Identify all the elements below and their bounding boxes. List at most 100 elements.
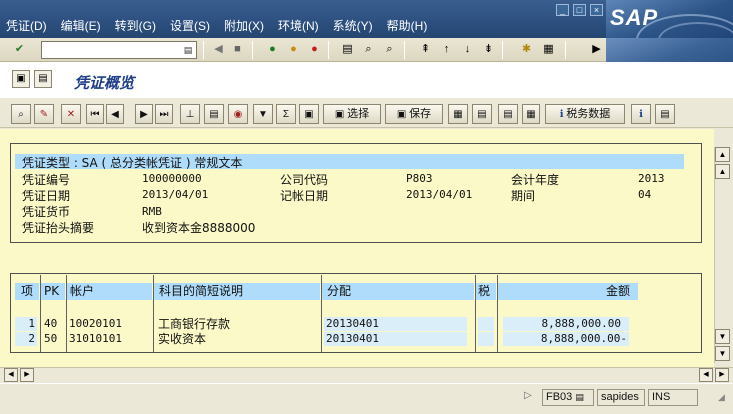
notes-icon[interactable]: ▤ xyxy=(655,104,675,124)
posting-date-label: 记帐日期 xyxy=(280,189,329,203)
document-header-icon[interactable]: ▣ xyxy=(12,70,30,88)
sap-logo: SAP xyxy=(606,0,733,38)
save-variant-button[interactable]: ▣ 保存 xyxy=(385,104,443,124)
menu-system[interactable]: 系统(Y) xyxy=(333,17,373,34)
sort-icon[interactable]: ▤ xyxy=(204,104,224,124)
filter-icon[interactable]: ▼ xyxy=(253,104,273,124)
back-triangle-icon[interactable]: ◀ xyxy=(210,41,227,58)
currency-label: 凭证货币 xyxy=(22,205,71,219)
sum-icon[interactable]: Σ xyxy=(276,104,296,124)
tax-data-button[interactable]: ℹ 税务数据 xyxy=(545,104,625,124)
status-insert-mode[interactable]: INS xyxy=(648,389,698,406)
minimize-icon[interactable]: _ xyxy=(556,4,569,16)
scroll-bottom-icon[interactable]: ▼ xyxy=(715,346,730,361)
row-1-assignment: 20130401 xyxy=(324,317,467,331)
other-document-icon[interactable]: ✕ xyxy=(61,104,81,124)
fiscal-year-label: 会计年度 xyxy=(511,173,560,187)
enter-check-icon[interactable]: ✔ xyxy=(11,41,28,58)
col-header-account[interactable]: 帐户 xyxy=(67,283,152,300)
display-document-icon[interactable]: ▤ xyxy=(34,70,52,88)
row-1-pk: 40 xyxy=(44,317,58,330)
calculator-icon[interactable]: ▦ xyxy=(522,104,540,124)
scroll-right-icon[interactable]: ▶ xyxy=(20,368,34,382)
subtotal-icon[interactable]: ▣ xyxy=(299,104,319,124)
print-list-icon[interactable]: ⊥ xyxy=(180,104,200,124)
next-item-icon[interactable]: ▶ xyxy=(135,104,153,124)
export-icon[interactable]: ▤ xyxy=(472,104,492,124)
menu-goto[interactable]: 转到(G) xyxy=(115,17,156,34)
menu-document[interactable]: 凭证(D) xyxy=(6,17,47,34)
previous-item-icon[interactable]: ◀ xyxy=(106,104,124,124)
toolbar-brand-area xyxy=(606,38,733,62)
col-header-pk[interactable]: PK xyxy=(41,283,65,300)
last-item-icon[interactable]: ⏭ xyxy=(155,104,173,124)
row-2-tax xyxy=(478,332,494,346)
company-code-value: P803 xyxy=(406,172,433,185)
save-disk-icon[interactable]: ■ xyxy=(229,41,246,58)
menu-edit[interactable]: 编辑(E) xyxy=(61,17,101,34)
row-2-account[interactable]: 31010101 xyxy=(69,332,151,346)
col-header-amount[interactable]: 金额 xyxy=(498,283,638,300)
col-header-assignment[interactable]: 分配 xyxy=(322,283,474,300)
row-1-account[interactable]: 10020101 xyxy=(69,317,151,331)
header-text-label: 凭证抬头摘要 xyxy=(22,221,95,235)
title-area: ▣ ▤ 凭证概览 xyxy=(0,62,733,98)
command-input[interactable] xyxy=(42,42,178,58)
row-2-description: 实收资本 xyxy=(158,332,207,346)
scroll-far-left-icon[interactable]: ◀ xyxy=(699,368,713,382)
delete-icon[interactable]: ◉ xyxy=(228,104,248,124)
menu-environment[interactable]: 环境(N) xyxy=(278,17,319,34)
vertical-scrollbar[interactable]: ▲ ▲ ▼ ▼ xyxy=(714,147,731,363)
next-page-icon[interactable]: ↓ xyxy=(459,41,476,58)
row-2-assignment: 20130401 xyxy=(324,332,467,346)
new-session-icon[interactable]: ✱ xyxy=(518,41,535,58)
find-icon[interactable]: ⌕ xyxy=(360,41,377,58)
scroll-top-icon[interactable]: ▲ xyxy=(715,147,730,162)
page-title: 凭证概览 xyxy=(74,74,135,92)
period-label: 期间 xyxy=(511,189,536,203)
cancel-icon[interactable]: ● xyxy=(306,41,323,58)
layout-icon[interactable]: ▦ xyxy=(448,104,468,124)
command-history-icon[interactable]: ▤ xyxy=(182,44,194,56)
close-icon[interactable]: × xyxy=(590,4,603,16)
first-item-icon[interactable]: ⏮ xyxy=(86,104,104,124)
row-1-amount: 8,888,000.00 xyxy=(503,317,629,331)
col-header-item[interactable]: 项 xyxy=(15,283,39,300)
info-icon[interactable]: ℹ xyxy=(631,104,651,124)
exit-icon[interactable]: ● xyxy=(285,41,302,58)
menu-help[interactable]: 帮助(H) xyxy=(387,17,428,34)
scroll-far-right-icon[interactable]: ▶ xyxy=(715,368,729,382)
previous-page-icon[interactable]: ↑ xyxy=(438,41,455,58)
scroll-left-icon[interactable]: ◀ xyxy=(4,368,18,382)
shortcut-icon[interactable]: ▦ xyxy=(540,41,557,58)
currency-value: RMB xyxy=(142,205,162,218)
back-icon[interactable]: ● xyxy=(264,41,281,58)
print-icon[interactable]: ▤ xyxy=(339,41,356,58)
attachment-icon[interactable]: ▤ xyxy=(498,104,518,124)
select-button[interactable]: ▣ 选择 xyxy=(323,104,381,124)
session-list-icon: ▤ xyxy=(575,392,584,402)
maximize-icon[interactable]: □ xyxy=(573,4,586,16)
col-header-description[interactable]: 科目的简短说明 xyxy=(154,283,320,300)
last-page-icon[interactable]: ⇟ xyxy=(480,41,497,58)
row-2-pk: 50 xyxy=(44,332,58,345)
command-field[interactable]: ▤ xyxy=(41,41,197,59)
period-value: 04 xyxy=(638,188,652,201)
header-text-value: 收到资本金8888000 xyxy=(142,221,256,235)
display-icon[interactable]: ⌕ xyxy=(11,104,31,124)
status-transaction[interactable]: FB03 ▤ xyxy=(542,389,594,406)
col-header-tax[interactable]: 税 xyxy=(476,283,496,300)
change-icon[interactable]: ✎ xyxy=(34,104,54,124)
menu-extras[interactable]: 附加(X) xyxy=(224,17,264,34)
row-1-item[interactable]: 1 xyxy=(15,317,37,331)
doc-date-label: 凭证日期 xyxy=(22,189,71,203)
horizontal-scrollbar[interactable] xyxy=(0,367,733,383)
scroll-up-icon[interactable]: ▲ xyxy=(715,164,730,179)
first-page-icon[interactable]: ⇞ xyxy=(417,41,434,58)
row-2-item[interactable]: 2 xyxy=(15,332,37,346)
help-icon[interactable]: ▶ xyxy=(588,41,605,58)
menu-settings[interactable]: 设置(S) xyxy=(170,17,210,34)
scroll-down-icon[interactable]: ▼ xyxy=(715,329,730,344)
status-expand-icon[interactable]: ▷ xyxy=(524,390,532,401)
find-next-icon[interactable]: ⌕ xyxy=(381,41,398,58)
